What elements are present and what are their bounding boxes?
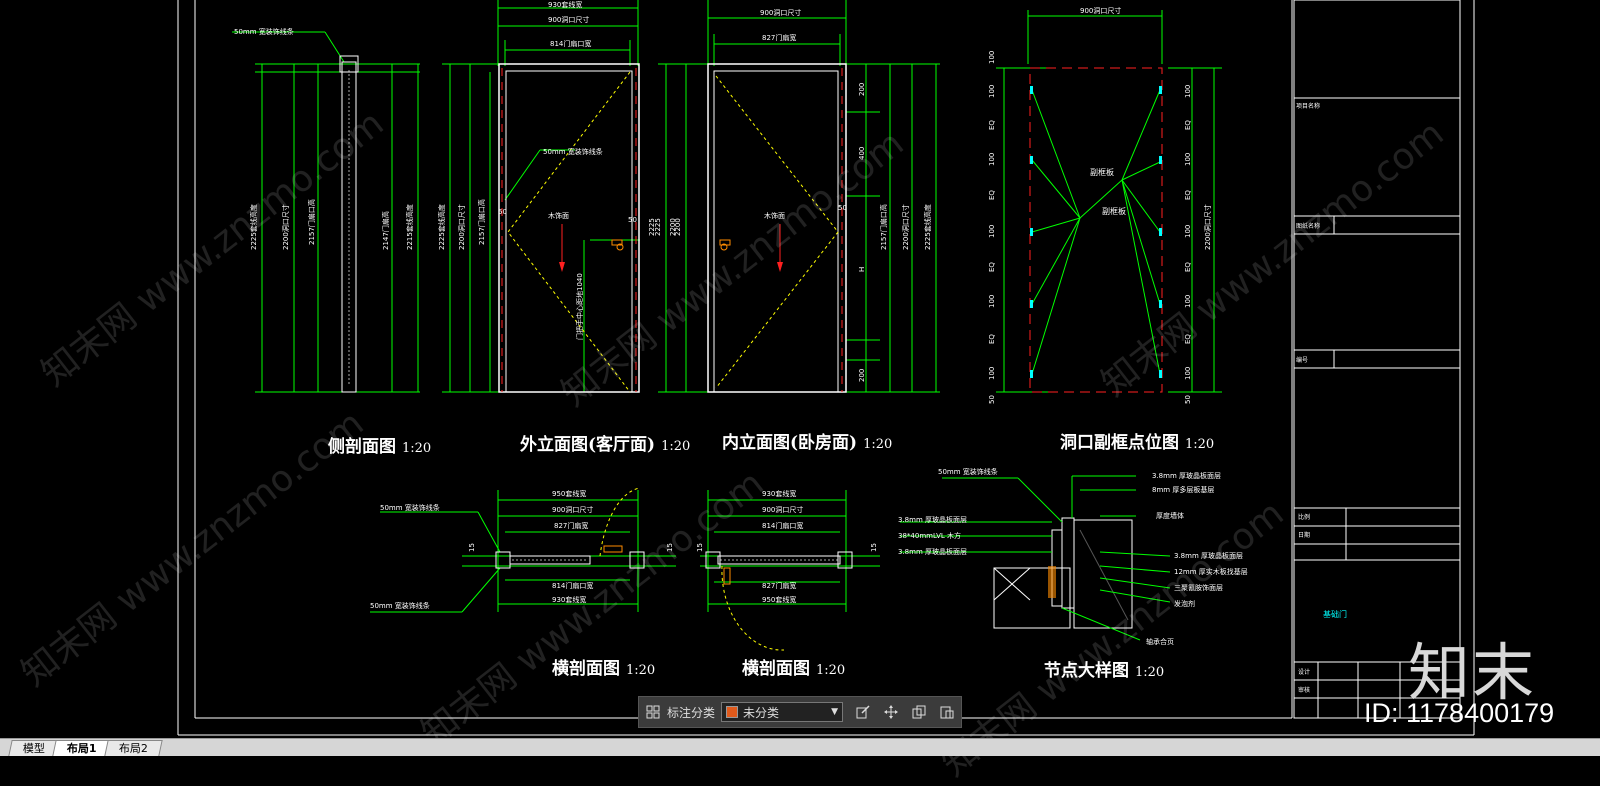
oe-dim-2225: 2225套线高度 — [437, 204, 446, 250]
ie-dim-H: H — [858, 267, 866, 272]
of-dim-eq-e: EQ — [1184, 120, 1192, 130]
side-dim-2157: 2157门扇口高 — [307, 199, 316, 245]
category-color-swatch — [726, 706, 739, 718]
cad-model-space[interactable]: 项目名称 图纸名称 编号 比例 日期 设计 审核 基础门 50mm 宽装饰线条 … — [0, 0, 1600, 785]
annotation-toolbar: 标注分类 未分类 ▼ — [638, 696, 962, 728]
copy-icon[interactable] — [911, 704, 927, 720]
side-dim-2147: 2147门扇高 — [381, 211, 390, 250]
side-trim-label: 50mm 宽装饰线条 — [234, 27, 294, 36]
tb-cell3: 编号 — [1296, 356, 1308, 364]
move-icon[interactable] — [883, 704, 899, 720]
of-dim-100-d: 100 — [988, 225, 996, 238]
tb-cell6: 设计 — [1298, 668, 1310, 676]
of-dim-eq-c: EQ — [988, 262, 996, 272]
tb-product: 基础门 — [1323, 609, 1347, 619]
title-cross-section-1: 横剖面图 1:20 — [552, 659, 656, 679]
ie-dim-2225: 2225 — [654, 218, 662, 236]
nd-layer-38: 3.8mm 厚玻晶板面层 — [1152, 471, 1221, 480]
layout-tab-bar: 模型 布局1 布局2 — [0, 738, 1600, 756]
of-dim-100-f: 100 — [988, 367, 996, 380]
of-dim-100-g: 100 — [1184, 85, 1192, 98]
cs2-dim-814: 814门扇口宽 — [762, 521, 803, 530]
of-dim-100-a: 100 — [988, 51, 996, 64]
of-dim-eq-a: EQ — [988, 120, 996, 130]
cad-drawing: 项目名称 图纸名称 编号 比例 日期 设计 审核 基础门 50mm 宽装饰线条 … — [177, 0, 1475, 736]
oe-dim-2157: 2157门扇口高 — [477, 199, 486, 245]
ie-dim-2200-long: 2200洞口尺寸 — [901, 204, 910, 250]
ie-dim-2200: 2200 — [674, 218, 682, 236]
tab-layout1[interactable]: 布局1 — [52, 740, 112, 756]
grid-icon[interactable] — [645, 704, 661, 720]
outer-elevation-dims: 930套线宽 900洞口尺寸 814门扇口宽 50mm 宽装饰线条 50 50 … — [437, 0, 677, 340]
oe-dim-50-right: 50 — [628, 216, 637, 224]
tb-cell5: 日期 — [1298, 531, 1310, 539]
of-dim-50-left: 50 — [988, 395, 996, 404]
cs1-trim-top: 50mm 宽装饰线条 — [380, 503, 440, 512]
paste-icon[interactable] — [939, 704, 955, 720]
cs1-trim-bottom: 50mm 宽装饰线条 — [370, 601, 430, 610]
of-dim-50-right: 50 — [1184, 395, 1192, 404]
nd-wall: 厚度墙体 — [1156, 511, 1184, 520]
of-dim-100-e: 100 — [988, 295, 996, 308]
of-subframe-1: 副框板 — [1090, 167, 1114, 177]
category-select-value: 未分类 — [743, 705, 780, 720]
oe-dim-2200: 2200洞口尺寸 — [457, 204, 466, 250]
title-opening-frame: 洞口副框点位图 1:20 — [1060, 433, 1215, 453]
oe-dim-930: 930套线宽 — [548, 0, 582, 9]
ie-dim-2157: 2157门扇口高 — [879, 204, 888, 250]
of-dim-100-b: 100 — [988, 85, 996, 98]
tb-cell7: 审核 — [1298, 686, 1310, 694]
cs1-dim-15-left: 15 — [468, 543, 476, 552]
cs1-dim-900: 900洞口尺寸 — [552, 505, 593, 514]
of-subframe-2: 副框板 — [1102, 206, 1126, 216]
side-dim-2215: 2215套线高度 — [405, 204, 414, 250]
title-outer-elevation: 外立面图(客厅面) 1:20 — [520, 435, 691, 455]
cs2-dim-827: 827门扇宽 — [762, 581, 796, 590]
ie-dim-200-bottom: 200 — [858, 369, 866, 382]
cs2-dim-15-right: 15 — [870, 543, 878, 552]
of-dim-100-c: 100 — [988, 153, 996, 166]
ie-dim-2225-long: 2225套线高度 — [923, 204, 932, 250]
tb-cell1: 项目名称 — [1296, 102, 1320, 110]
of-dim-eq-d: EQ — [988, 334, 996, 344]
edit-icon[interactable] — [855, 704, 871, 720]
nd-hinge: 轴承合页 — [1146, 637, 1174, 646]
of-dim-100-k: 100 — [1184, 367, 1192, 380]
oe-wood-panel: 木饰面 — [548, 211, 569, 220]
image-id: ID: 1178400179 — [1364, 698, 1555, 728]
of-dim-eq-g: EQ — [1184, 262, 1192, 272]
ie-dim-200-top: 200 — [858, 83, 866, 96]
cs2-dim-950: 950套线宽 — [762, 595, 796, 604]
of-dim-2200: 2200洞口尺寸 — [1203, 204, 1212, 250]
oe-dim-50-left: 50 — [498, 208, 507, 216]
nd-lvl: 38*40mmLVL 木方 — [898, 531, 961, 540]
ie-dim-827: 827门扇宽 — [762, 33, 796, 42]
of-dim-100-h: 100 — [1184, 153, 1192, 166]
of-dim-eq-b: EQ — [988, 190, 996, 200]
chevron-down-icon: ▼ — [831, 707, 839, 717]
nd-layer-8: 8mm 厚多层板基层 — [1152, 485, 1214, 494]
tab-layout2[interactable]: 布局2 — [103, 740, 163, 756]
oe-trim-label: 50mm 宽装饰线条 — [543, 147, 603, 156]
oe-dim-814: 814门扇口宽 — [550, 39, 591, 48]
nd-layer-38c: 3.8mm 厚玻晶板面层 — [898, 547, 967, 556]
oe-handle-height: 门把手中心距地1040 — [575, 273, 584, 340]
category-select[interactable]: 未分类 ▼ — [721, 702, 844, 722]
oe-dim-900: 900洞口尺寸 — [548, 15, 589, 24]
cs1-dim-950: 950套线宽 — [552, 489, 586, 498]
toolbar-label: 标注分类 — [667, 705, 716, 720]
tb-cell4: 比例 — [1298, 513, 1310, 521]
ie-dim-900: 900洞口尺寸 — [760, 8, 801, 17]
of-dim-100-i: 100 — [1184, 225, 1192, 238]
nd-layer-38b: 3.8mm 厚玻晶板面层 — [898, 515, 967, 524]
cs1-dim-827: 827门扇宽 — [554, 521, 588, 530]
nd-trim-label: 50mm 宽装饰线条 — [938, 467, 998, 476]
title-cross-section-2: 横剖面图 1:20 — [742, 659, 846, 679]
cs2-dim-900: 900洞口尺寸 — [762, 505, 803, 514]
title-inner-elevation: 内立面图(卧房面) 1:20 — [722, 433, 893, 453]
of-dim-eq-f: EQ — [1184, 190, 1192, 200]
of-dim-900: 900洞口尺寸 — [1080, 6, 1121, 15]
